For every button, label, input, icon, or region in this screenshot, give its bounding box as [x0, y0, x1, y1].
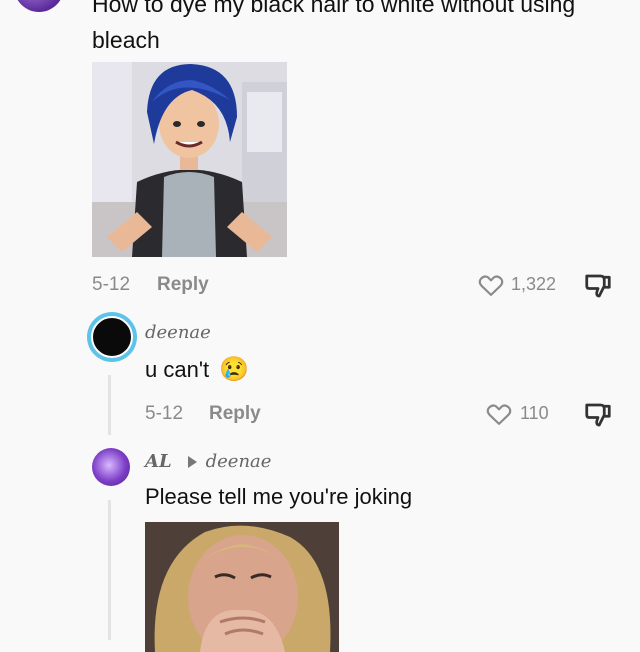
comment-gif-image[interactable] — [92, 62, 287, 257]
thread-connector — [108, 500, 111, 640]
like-count: 1,322 — [511, 274, 557, 294]
reply-button[interactable]: Reply — [209, 403, 261, 425]
dislike-button[interactable] — [583, 400, 613, 430]
comment-text: How to dye my black hair to white withou… — [92, 0, 576, 53]
deenae-avatar[interactable] — [87, 312, 137, 362]
reply-date: 5-12 — [145, 403, 184, 424]
thumbs-down-icon — [585, 403, 611, 427]
reply-text: Please tell me you're joking — [145, 484, 413, 509]
reply-gif-image[interactable] — [145, 522, 339, 652]
triangle-right-icon — [187, 455, 197, 468]
dislike-button[interactable] — [583, 271, 613, 301]
reply-button[interactable]: Reply — [157, 274, 209, 296]
thread-connector — [108, 375, 111, 435]
like-button[interactable] — [485, 400, 513, 428]
cartoon-character-image — [92, 62, 287, 257]
thumbs-down-icon — [585, 274, 611, 298]
reply-username[interactable]: deenae — [145, 322, 211, 343]
reply-text: u can't 😢 — [145, 356, 250, 383]
like-button[interactable] — [477, 271, 505, 299]
reply-username[interactable]: AL — [145, 451, 172, 472]
al-avatar[interactable] — [92, 448, 130, 486]
comment-date: 5-12 — [92, 274, 131, 295]
heart-outline-icon — [486, 404, 512, 425]
reply-header: AL deenae — [145, 451, 271, 472]
commenter-avatar[interactable] — [14, 0, 64, 12]
like-count: 110 — [520, 403, 549, 423]
crying-woman-image — [145, 522, 339, 652]
heart-outline-icon — [478, 275, 504, 296]
reply-to-username[interactable]: deenae — [206, 451, 272, 472]
crying-emoji: 😢 — [219, 356, 250, 383]
